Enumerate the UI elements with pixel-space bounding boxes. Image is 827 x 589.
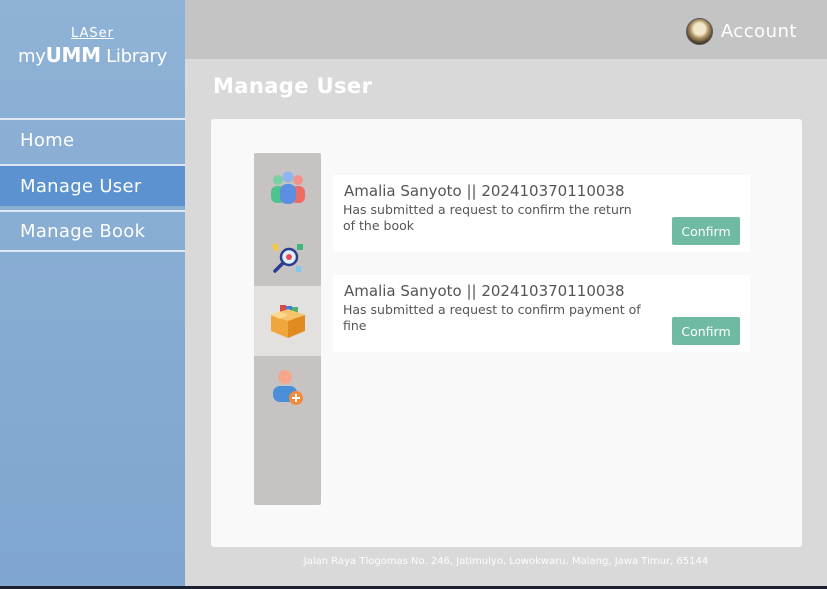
- tab-add-user[interactable]: [254, 353, 321, 423]
- logo-bold: UMM: [45, 43, 101, 67]
- add-user-icon: [272, 370, 303, 405]
- tab-search[interactable]: [254, 223, 321, 293]
- request-card: Amalia Sanyoto || 202410370110038 Has su…: [333, 175, 750, 252]
- logo-app-name: myUMM Library: [0, 43, 185, 67]
- sidebar-nav: Home Manage User Manage Book: [0, 118, 185, 252]
- sidebar: LASer myUMM Library Home Manage User Man…: [0, 0, 185, 586]
- confirm-button[interactable]: Confirm: [672, 217, 740, 245]
- footer-address: Jalan Raya Tlogomas No. 246, Jatimulyo, …: [303, 556, 709, 567]
- sidebar-item-label: Home: [20, 129, 75, 151]
- tab-books[interactable]: [254, 286, 321, 356]
- top-bar: Account: [185, 0, 827, 59]
- request-user-name: Amalia Sanyoto || 202410370110038: [344, 282, 625, 300]
- sidebar-item-label: Manage User: [20, 175, 142, 197]
- tab-users[interactable]: [254, 153, 321, 223]
- sidebar-item-label: Manage Book: [20, 220, 146, 242]
- account-label: Account: [720, 21, 797, 42]
- sidebar-item-manage-user[interactable]: Manage User: [0, 164, 185, 206]
- logo-laser-text: LASer: [70, 26, 115, 41]
- content-panel: Amalia Sanyoto || 202410370110038 Has su…: [211, 119, 802, 547]
- users-group-icon: [270, 171, 305, 204]
- request-message: Has submitted a request to confirm the r…: [343, 202, 632, 233]
- request-user-name: Amalia Sanyoto || 202410370110038: [344, 182, 625, 200]
- search-magnifier-icon: [271, 243, 303, 273]
- sidebar-item-manage-book[interactable]: Manage Book: [0, 210, 185, 252]
- request-card: Amalia Sanyoto || 202410370110038 Has su…: [333, 275, 750, 352]
- icon-tab-bar: [254, 153, 321, 505]
- page-title: Manage User: [213, 74, 373, 98]
- logo-prefix: my: [17, 46, 46, 67]
- app-logo[interactable]: LASer myUMM Library: [0, 26, 185, 67]
- sidebar-item-home[interactable]: Home: [0, 118, 185, 160]
- book-box-icon: [270, 305, 305, 338]
- logo-suffix: Library: [100, 46, 167, 67]
- confirm-button[interactable]: Confirm: [672, 317, 740, 345]
- request-message: Has submitted a request to confirm payme…: [343, 302, 641, 333]
- account-menu[interactable]: Account: [685, 18, 797, 45]
- avatar[interactable]: [685, 18, 713, 45]
